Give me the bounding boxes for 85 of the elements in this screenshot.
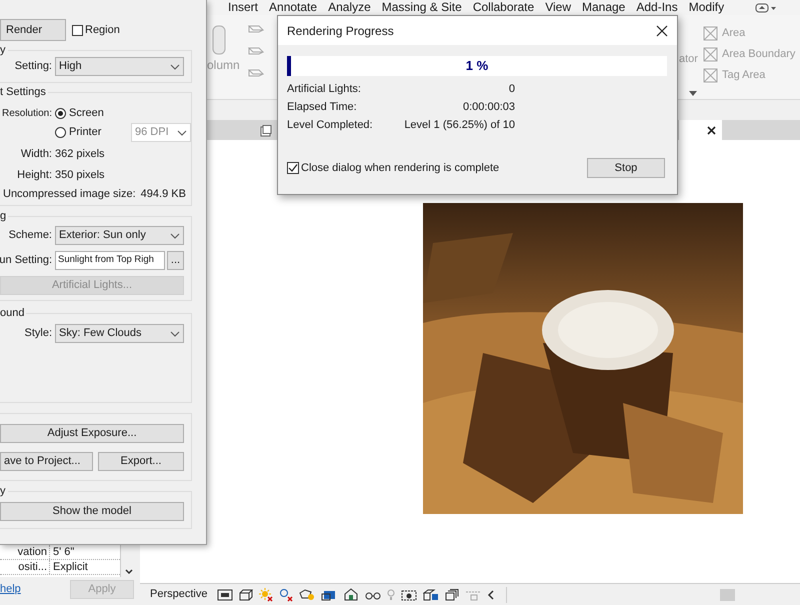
ribbon-options-icon [755,2,778,12]
info-label: Elapsed Time: [287,101,357,114]
info-value: 0:00:00:03 [463,101,515,114]
frame-icon [217,588,234,600]
chevron-down-icon [170,232,180,238]
progress-text: 1 % [466,57,488,76]
field-label: un Setting: [0,253,52,268]
render-button[interactable]: Render [0,19,66,41]
cube-icon [239,588,254,600]
ribbon-tab[interactable]: Modify [688,0,724,15]
lightbulb-icon [387,588,396,600]
view-scale-label[interactable]: Perspective [150,586,208,603]
ribbon-tab[interactable]: Insert [228,0,258,15]
crossed-square-icon [703,26,718,40]
chevron-down-icon [170,64,180,70]
chevron-down-icon [125,569,133,574]
property-value[interactable]: Explicit [50,560,88,574]
dropdown[interactable]: High [55,57,184,76]
checkbox-label[interactable]: Region [85,22,120,38]
ribbon-tab[interactable]: Massing & Site [382,0,462,15]
ribbon-tab[interactable]: View [545,0,571,15]
sun-icon [259,588,274,602]
save-to-project-button[interactable]: ave to Project... [0,452,93,471]
check-icon [288,163,298,173]
show-model-button[interactable]: Show the model [0,502,184,521]
radio-button[interactable] [55,127,66,138]
glasses-icon [365,590,382,600]
checkbox[interactable] [72,24,83,36]
chevron-down-icon [177,130,187,136]
group-title: y [0,44,8,56]
property-value[interactable]: 5' 6" [50,545,74,559]
checkbox[interactable] [287,162,299,174]
stop-button[interactable]: Stop [587,158,665,178]
column-icon [212,25,226,55]
close-icon [707,126,716,135]
info-value: Level 1 (56.25%) of 10 [404,119,515,132]
layers-icon [423,588,440,600]
house-icon [343,588,360,601]
info-label: Level Completed: [287,119,373,132]
info-label: Artificial Lights: [287,83,361,96]
view-tab[interactable] [678,120,722,140]
field-value: 350 pixels [55,168,105,184]
dropdown[interactable]: Sky: Few Clouds [55,324,184,343]
field-label: Style: [23,326,52,342]
dialog-title: Rendering Progress [287,22,394,40]
close-icon [656,24,668,36]
group-title: y [0,485,8,497]
field-label: Width: [20,147,52,162]
help-link[interactable]: help [0,581,21,598]
ribbon-tab[interactable]: Manage [582,0,626,15]
field-label: Height: [16,168,52,184]
crossed-square-icon [703,68,718,82]
ribbon-tab[interactable]: Collaborate [472,0,534,15]
field-label: Resolution: [0,106,52,120]
export-button[interactable]: Export... [98,452,184,471]
group-title: ound [0,307,26,319]
ribbon-tab[interactable]: Annotate [269,0,318,15]
group-title: g [0,210,8,222]
adjust-exposure-button[interactable]: Adjust Exposure... [0,424,184,443]
property-name: ositi... [0,560,50,574]
browse-button[interactable]: ... [167,251,184,270]
field-value: 494.9 KB [140,186,186,202]
radio-label[interactable]: Screen [69,104,125,122]
view-tab-icon [260,125,272,137]
chevron-left-icon [487,590,494,600]
camera-icon [401,588,418,600]
stack-icon [445,588,460,600]
dropdown[interactable]: Exterior: Sun only [55,226,184,245]
chevron-down-icon [170,330,180,336]
info-value: 0 [508,83,515,96]
field-label: Setting: [14,59,52,74]
radio-button[interactable] [55,108,66,118]
checkbox-label[interactable]: Close dialog when rendering is complete [301,160,500,176]
field-value: 362 pixels [55,147,105,162]
field-label: Uncompressed image size: [3,186,136,202]
scrollbar-thumb[interactable] [720,588,736,600]
ribbon-tab[interactable]: Add-Ins [636,0,678,15]
radio-label[interactable]: Printer [69,124,125,141]
ribbon-tab[interactable]: Analyze [328,0,371,15]
crossed-square-icon [703,46,718,62]
dropdown-arrow-icon [689,91,697,96]
text-field[interactable]: Sunlight from Top Righ [55,251,165,270]
group-title: t Settings [0,86,48,98]
shadow-off-icon [279,588,294,602]
field-label: Scheme: [8,228,52,244]
